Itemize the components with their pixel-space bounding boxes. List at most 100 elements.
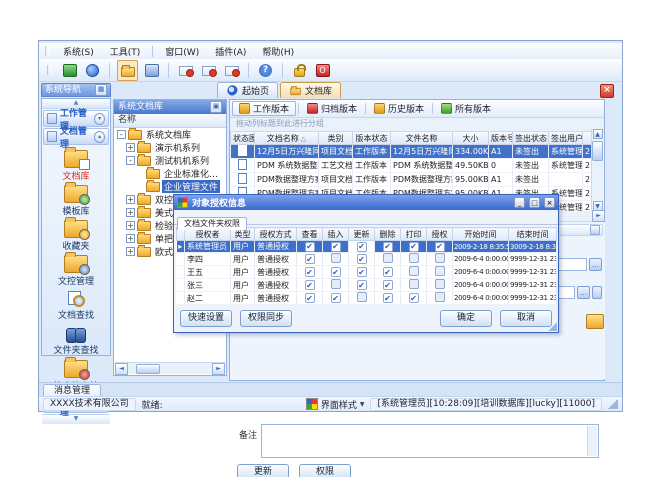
column-header[interactable]: 签出状态 [513,132,549,145]
column-header[interactable]: 签出用户 [549,132,583,145]
column-header[interactable]: 类型 [231,228,255,241]
version-tab-work[interactable]: 工作版本 [232,101,296,116]
remark-scrollbar[interactable] [587,426,597,456]
column-header[interactable]: 更新 [349,228,375,241]
column-header[interactable]: 文档名称△ [255,132,319,145]
scroll-right-icon[interactable]: ► [212,363,225,375]
permission-row[interactable]: 王五用户普通授权✔✔✔✔2009-6-4 0:00:009999-12-31 2… [177,266,557,279]
checkbox-unchecked-icon[interactable] [357,292,367,302]
table-row[interactable]: PDM 系统数据整理检...工艺文档工作版本PDM 系统数据整理...49.50… [231,159,595,173]
tree-item[interactable]: 企业管理文件 [114,180,226,193]
browse-ellipsis-icon[interactable]: … [589,258,602,271]
tree-item[interactable]: -测试机机系列 [114,154,226,167]
checkbox-checked-icon[interactable]: ✔ [383,242,393,252]
version-tab-all[interactable]: 所有版本 [435,102,497,115]
permission-row[interactable]: 李四用户普通授权✔✔2009-6-4 0:00:009999-12-31 23:… [177,253,557,266]
version-tab-archive[interactable]: 归档版本 [301,102,363,115]
toolbar-button-workstation[interactable] [60,61,79,80]
ui-style-button[interactable]: 界面样式 ▼ [306,398,365,411]
tree-column-header[interactable]: 名称 [114,114,226,128]
scroll-left-icon[interactable]: ◄ [115,363,128,375]
checkbox-checked-icon[interactable]: ✔ [357,267,367,277]
permission-row[interactable]: ▸系统管理员用户普通授权✔✔✔✔✔✔2009-2-18 8:35:573009-… [177,241,557,253]
tree-header-button[interactable]: ▣ [210,101,222,113]
checkbox-checked-icon[interactable]: ✔ [383,280,393,290]
scroll-thumb[interactable] [592,141,603,161]
checkbox-checked-icon[interactable]: ✔ [305,280,315,290]
open-folder-icon[interactable] [586,314,604,329]
checkbox-checked-icon[interactable]: ✔ [383,267,393,277]
close-tab-icon[interactable]: × [600,84,614,98]
column-header[interactable]: 结束时间 [509,228,557,241]
checkbox-checked-icon[interactable]: ✔ [305,242,315,252]
menu-item-tools[interactable]: 工具(T) [103,44,148,59]
checkbox-checked-icon[interactable]: ✔ [305,254,315,264]
column-header[interactable]: 授权方式 [255,228,297,241]
checkbox-checked-icon[interactable]: ✔ [409,242,419,252]
sidebar-header-button[interactable]: ▦ [95,84,107,96]
table-row[interactable]: PDM数据整理方案.doc项目文档工作版本PDM数据整理方案.doc95.00K… [231,173,595,187]
column-header[interactable]: 类别 [319,132,353,145]
checkbox-unchecked-icon[interactable] [409,266,419,276]
browse-ellipsis-icon[interactable]: … [577,286,590,299]
toolbar-button-message-send[interactable] [222,61,241,80]
pin-icon[interactable] [590,225,600,235]
toolbar-button-message-receive[interactable] [199,61,218,80]
checkbox-unchecked-icon[interactable] [409,253,419,263]
minimize-icon[interactable]: _ [514,197,525,208]
close-icon[interactable]: × [544,197,555,208]
permission-button[interactable]: 权限 [299,464,351,477]
dialog-button-确定[interactable]: 确定 [440,310,492,327]
checkbox-unchecked-icon[interactable] [435,253,445,263]
column-header[interactable]: 状态图 [231,132,255,145]
sidebar-item-doc-search[interactable]: 文档查找 [42,288,110,323]
scroll-up-icon[interactable]: ▲ [593,129,603,139]
toolbar-button-help[interactable] [256,61,275,80]
checkbox-unchecked-icon[interactable] [331,253,341,263]
checkbox-checked-icon[interactable]: ✔ [409,293,419,303]
checkbox-unchecked-icon[interactable] [435,279,445,289]
toolbar-button-network[interactable] [83,61,102,80]
checkbox-checked-icon[interactable]: ✔ [331,293,341,303]
checkbox-unchecked-icon[interactable] [331,279,341,289]
column-header[interactable]: 删除 [375,228,401,241]
table-row[interactable]: 12月5日万兴隆同行...项目文档工作版本12月5日万兴隆同行...334.00… [231,145,595,159]
sidebar-item-favorites[interactable]: 收藏夹 [42,218,110,253]
maximize-icon[interactable]: □ [529,197,540,208]
checkbox-checked-icon[interactable]: ✔ [305,267,315,277]
checkbox-checked-icon[interactable]: ✔ [383,293,393,303]
menu-item-window[interactable]: 窗口(W) [158,44,206,59]
permission-row[interactable]: 赵二用户普通授权✔✔✔✔2009-6-4 0:00:009999-12-31 2… [177,292,557,305]
expand-icon[interactable]: + [126,234,135,243]
checkbox-checked-icon[interactable]: ✔ [435,242,445,252]
checkbox-checked-icon[interactable]: ✔ [357,280,367,290]
sidebar-item-doc-control[interactable]: 文控管理 [42,253,110,288]
checkbox-checked-icon[interactable]: ✔ [357,242,367,252]
toolbar-button-workspace[interactable] [142,61,161,80]
tab-start[interactable]: 起始页 [217,82,278,98]
tree-horizontal-scrollbar[interactable]: ◄ ► [115,362,225,374]
sidebar-item-doc-library[interactable]: 文档库 [42,148,110,183]
update-button[interactable]: 更新 [237,464,289,477]
checkbox-unchecked-icon[interactable] [409,279,419,289]
sidebar-group-document[interactable]: 文档管理▴ [43,128,109,145]
checkbox-unchecked-icon[interactable] [435,292,445,302]
dialog-button-快速设置[interactable]: 快速设置 [180,310,232,327]
tab-doclib[interactable]: 文档库 [280,82,341,98]
menu-item-system[interactable]: 系统(S) [56,44,101,59]
toolbar-button-open-library[interactable] [117,60,138,81]
column-header[interactable]: 版本号 [489,132,513,145]
checkbox-checked-icon[interactable]: ✔ [305,293,315,303]
scroll-right-icon[interactable]: ► [592,210,605,222]
menu-item-help[interactable]: 帮助(H) [255,44,301,59]
checkbox-small[interactable] [592,286,602,299]
expand-icon[interactable]: + [126,143,135,152]
toolbar-button-lock[interactable] [290,61,309,80]
toolbar-button-message-new[interactable] [176,61,195,80]
sidebar-scroll-down[interactable]: ▼ [42,414,110,424]
tree-item[interactable]: +演示机系列 [114,141,226,154]
expand-icon[interactable]: + [126,247,135,256]
dialog-resize-grip[interactable] [548,322,557,331]
dialog-titlebar[interactable]: 对象授权信息 _ □ × [174,195,558,210]
expand-icon[interactable]: + [126,195,135,204]
